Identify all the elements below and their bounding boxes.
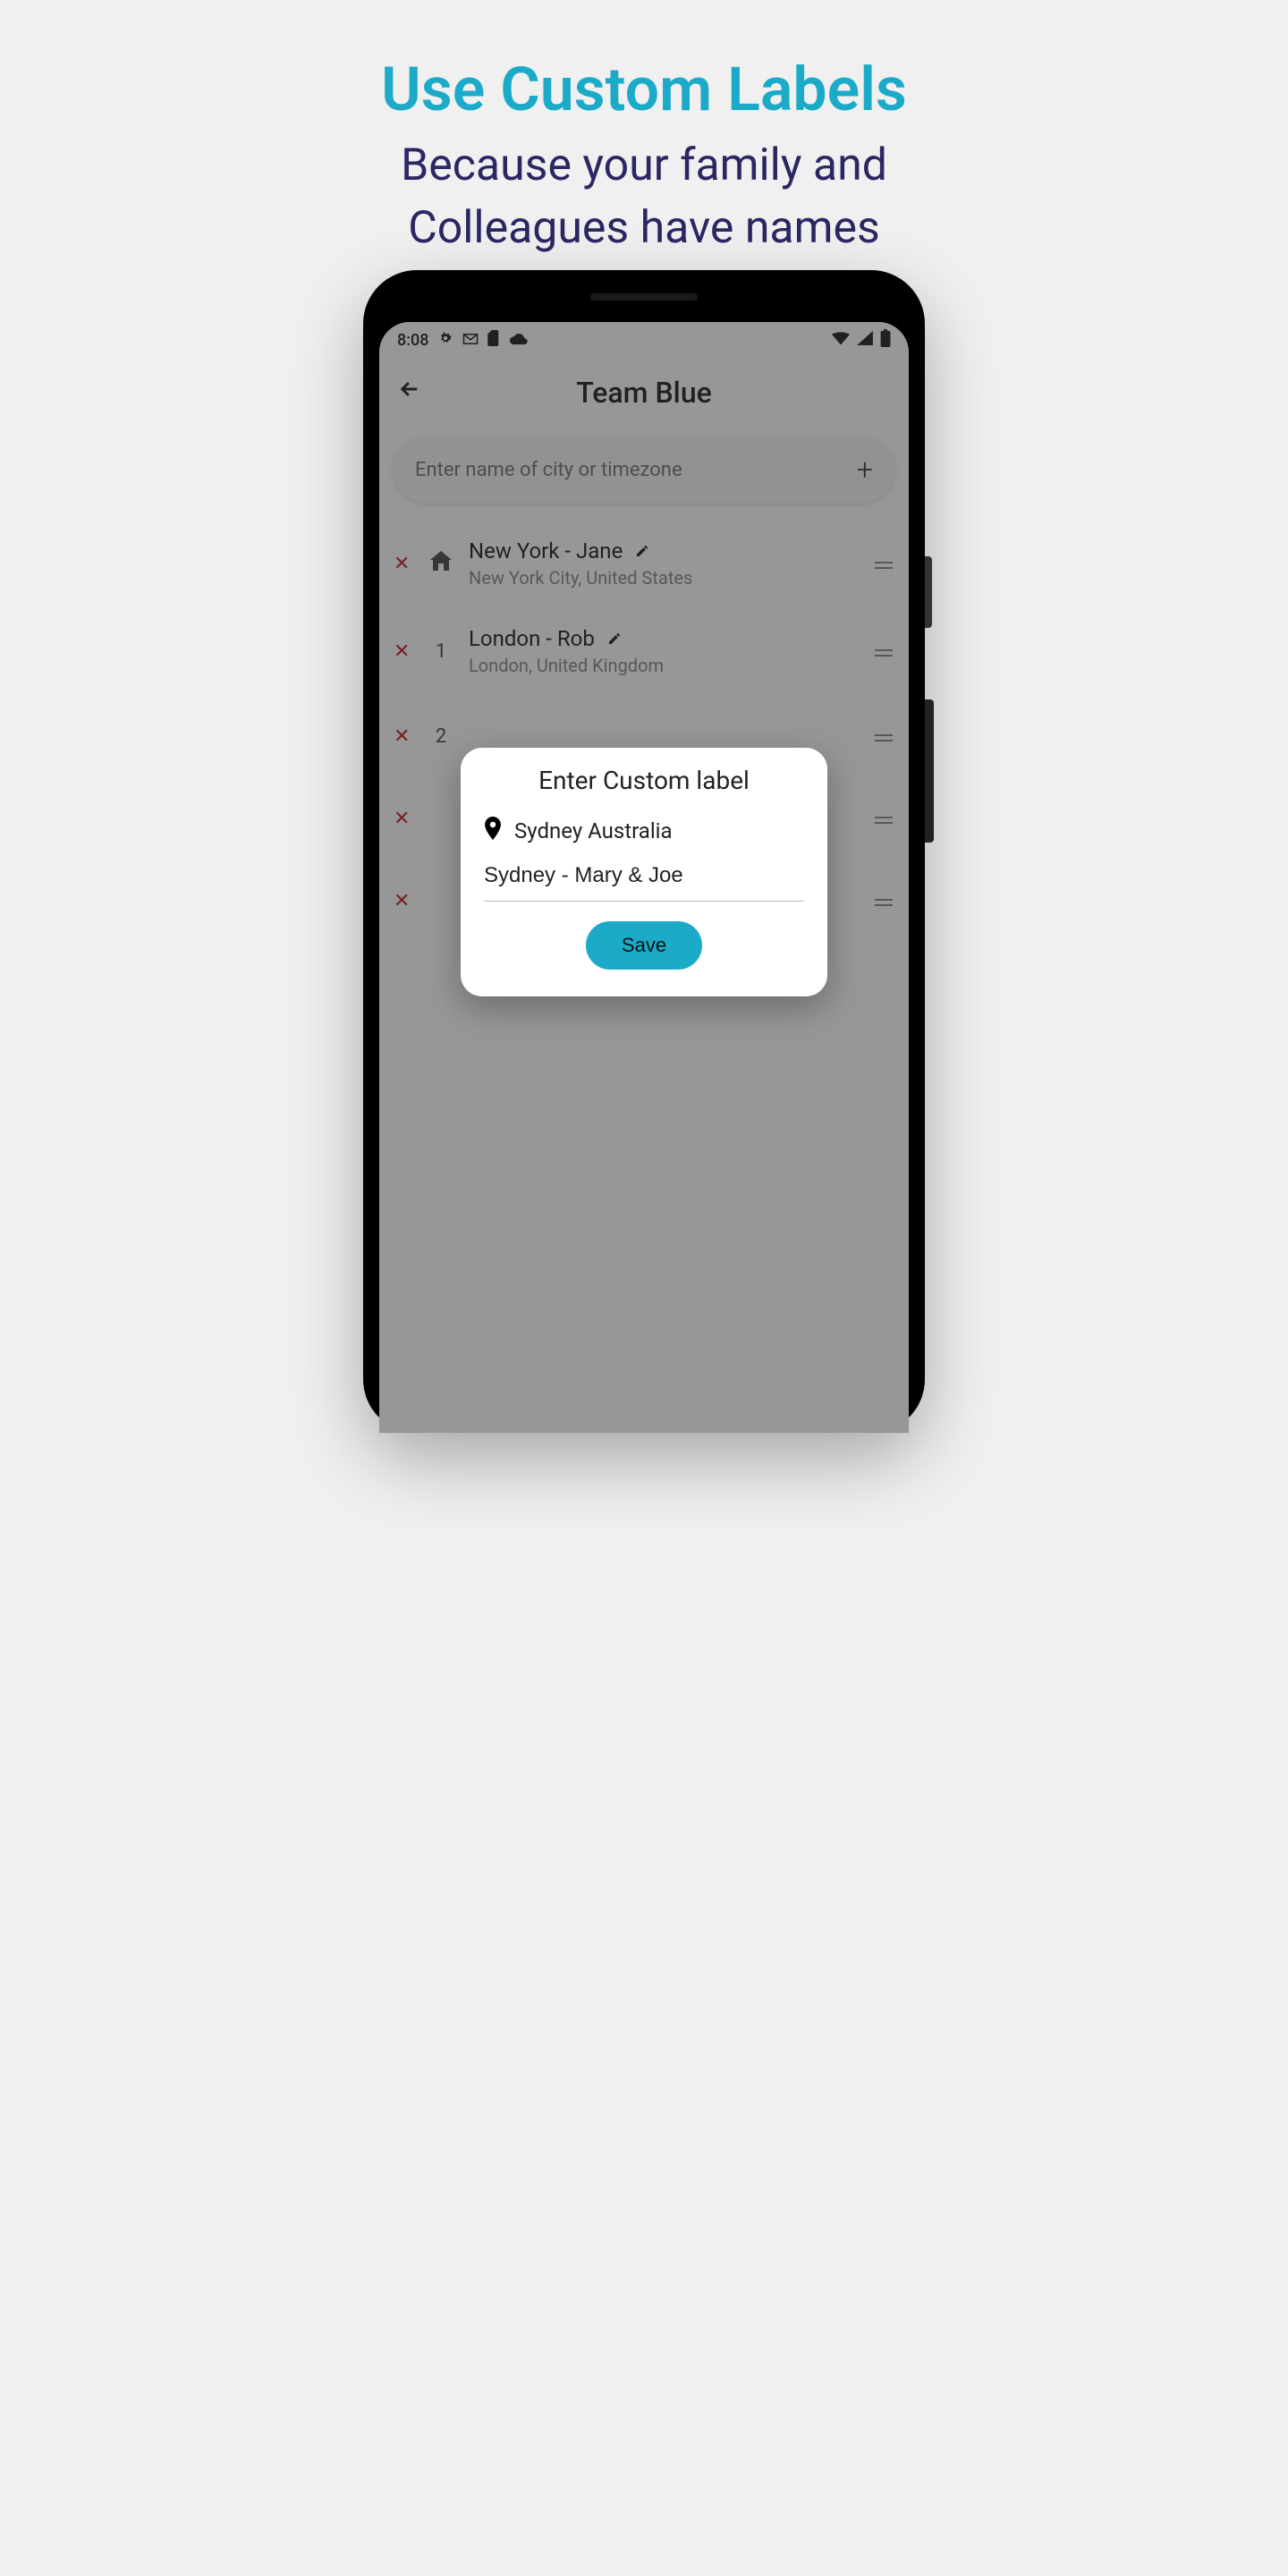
location-pin-icon <box>484 817 502 845</box>
volume-button <box>925 556 932 628</box>
dialog-location-row: Sydney Australia <box>484 817 804 845</box>
dialog-location-text: Sydney Australia <box>514 818 673 843</box>
promo-subtitle-line2: Colleagues have names <box>408 202 880 254</box>
dialog-input-wrap <box>484 863 804 902</box>
save-button[interactable]: Save <box>586 921 702 970</box>
phone-screen: 8:08 <box>379 322 909 1433</box>
power-button <box>925 699 934 843</box>
custom-label-dialog: Enter Custom label Sydney Australia Save <box>461 748 827 996</box>
dialog-title: Enter Custom label <box>484 766 804 795</box>
promo-title: Use Custom Labels <box>0 0 1288 125</box>
custom-label-input[interactable] <box>484 863 804 888</box>
promo-subtitle-line1: Because your family and <box>401 140 887 191</box>
phone-frame: 8:08 <box>363 270 925 1433</box>
promo-subtitle: Because your family and Colleagues have … <box>0 125 1288 259</box>
phone-notch <box>590 293 698 301</box>
